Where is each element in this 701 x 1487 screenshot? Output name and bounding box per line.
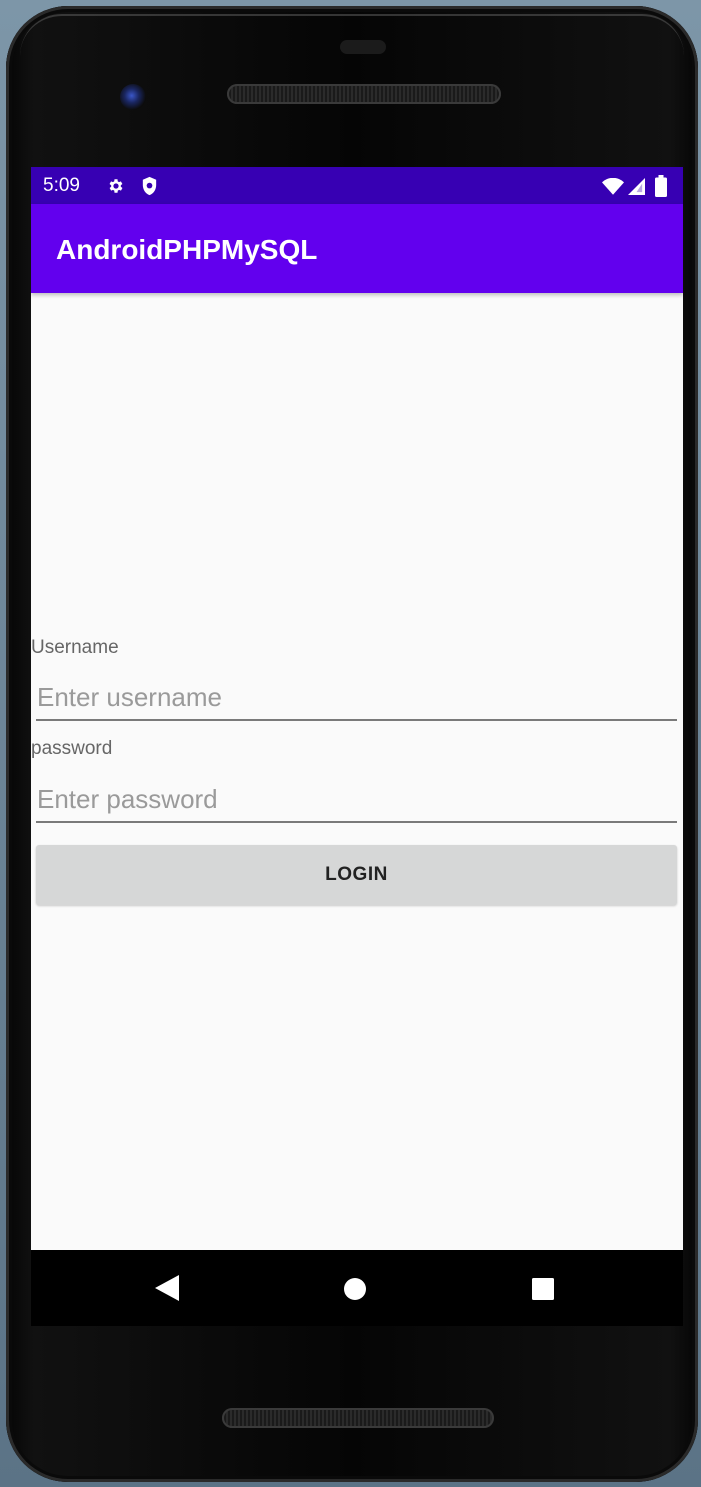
- status-bar: 5:09: [31, 167, 683, 204]
- battery-icon: [655, 175, 667, 197]
- recents-icon[interactable]: [531, 1277, 555, 1301]
- username-label: Username: [31, 637, 119, 658]
- proximity-sensor: [340, 40, 386, 54]
- shield-icon: [142, 176, 157, 196]
- password-label: password: [31, 738, 113, 759]
- signal-icon: [628, 178, 645, 195]
- home-icon[interactable]: [343, 1277, 367, 1301]
- username-input[interactable]: [36, 675, 677, 721]
- app-bar: AndroidPHPMySQL: [31, 204, 683, 293]
- password-input[interactable]: [36, 777, 677, 823]
- app-title: AndroidPHPMySQL: [56, 234, 318, 265]
- navigation-bar: [31, 1250, 683, 1326]
- front-camera-icon: [120, 84, 146, 110]
- settings-icon: [109, 179, 123, 193]
- login-button[interactable]: LOGIN: [36, 845, 677, 905]
- wifi-icon: [602, 178, 624, 195]
- status-time: 5:09: [43, 175, 80, 196]
- bottom-speaker: [222, 1408, 494, 1428]
- phone-screen: 5:09 AndroidPHPMySQL Username password L…: [31, 167, 683, 1250]
- earpiece-speaker: [227, 84, 501, 104]
- back-icon[interactable]: [155, 1275, 179, 1301]
